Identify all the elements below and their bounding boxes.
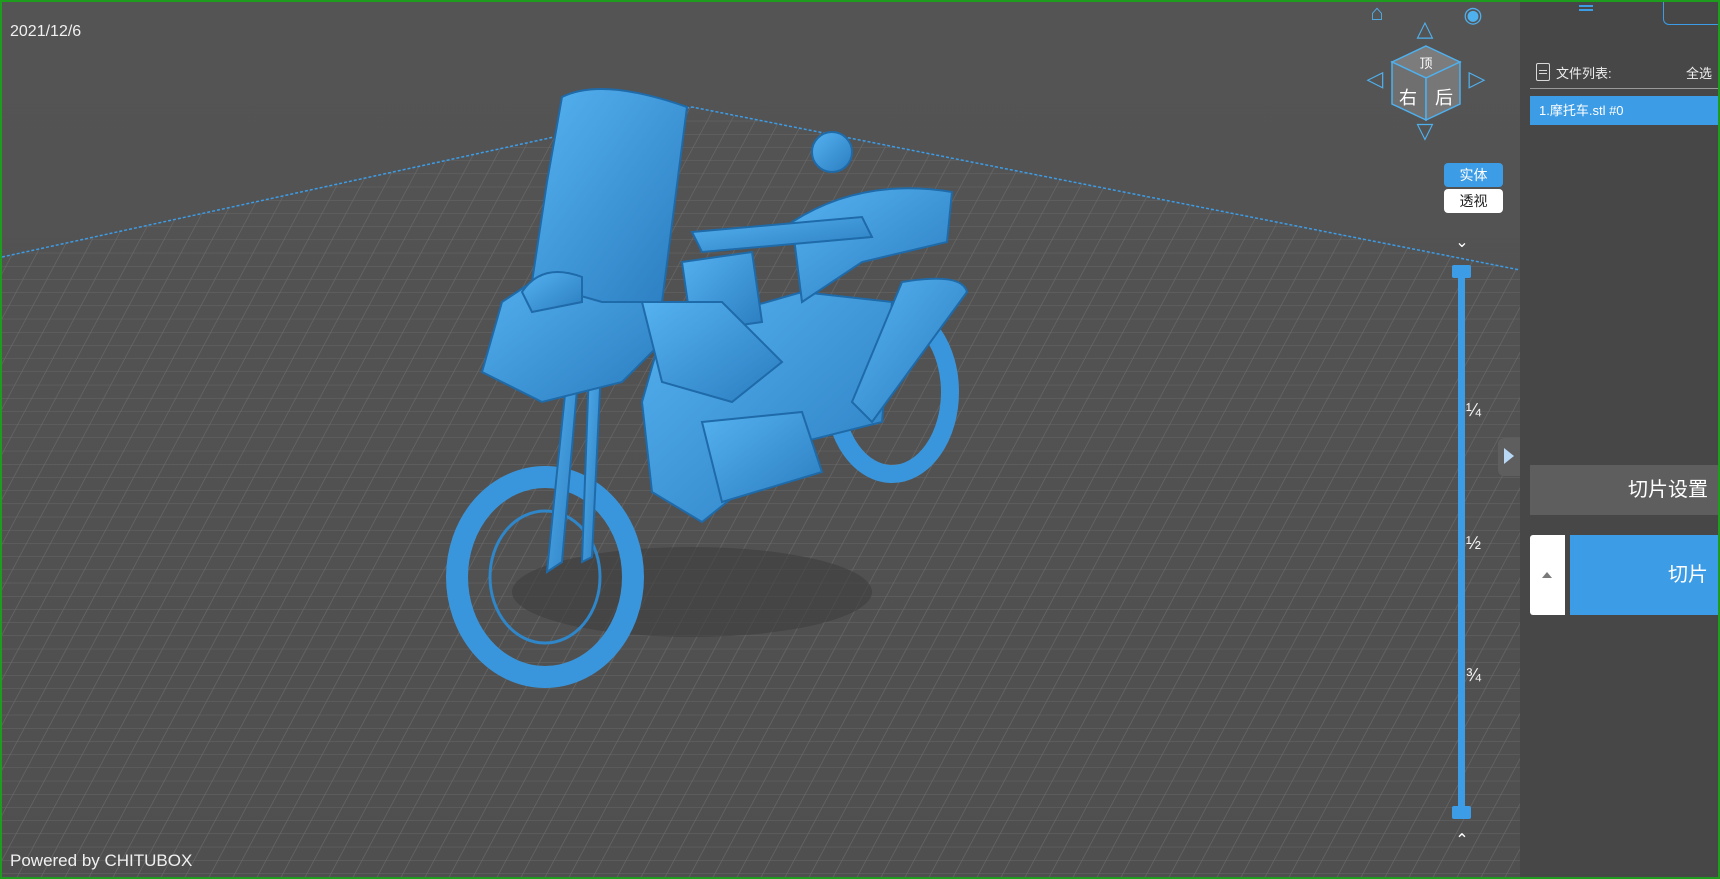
chitubox-window: 2021/12/6 Powered by CHITUBOX ⌂ ◉ △ ◁ ▷ … bbox=[0, 0, 1720, 879]
top-panel-button[interactable] bbox=[1663, 2, 1718, 25]
cube-face-right: 右 bbox=[1399, 88, 1417, 109]
powered-by-label: Powered by CHITUBOX bbox=[10, 851, 193, 870]
expand-up-button[interactable] bbox=[1530, 535, 1565, 615]
file-list-item[interactable]: 1.摩托车.stl #0 bbox=[1530, 96, 1718, 125]
slice-button[interactable]: 切片 bbox=[1570, 535, 1718, 615]
layer-slider-bottom-handle[interactable] bbox=[1452, 806, 1471, 819]
date-label: 2021/12/6 bbox=[10, 23, 82, 40]
model-shadow bbox=[512, 547, 872, 637]
caret-up-icon bbox=[1542, 572, 1552, 578]
slider-three-quarters-mark: ¾ bbox=[1466, 665, 1482, 685]
file-name: 1.摩托车.stl #0 bbox=[1539, 103, 1624, 118]
triangle-right-icon bbox=[1504, 448, 1514, 464]
arrow-up-icon[interactable]: △ bbox=[1412, 18, 1438, 44]
build-plate-grid bbox=[2, 107, 1520, 877]
slider-half-mark: ½ bbox=[1466, 533, 1482, 553]
cube-face-top: 顶 bbox=[1419, 57, 1432, 72]
arrow-right-icon[interactable]: ▷ bbox=[1464, 68, 1490, 94]
3d-viewport[interactable]: 2021/12/6 Powered by CHITUBOX ⌂ ◉ △ ◁ ▷ … bbox=[2, 2, 1520, 877]
menu-lines-icon[interactable] bbox=[1579, 5, 1593, 7]
document-icon bbox=[1536, 63, 1550, 81]
perspective-view-button[interactable]: 透视 bbox=[1444, 189, 1503, 213]
home-view-icon[interactable]: ⌂ bbox=[1364, 2, 1390, 28]
layer-slider-track[interactable] bbox=[1458, 268, 1465, 814]
arrow-down-icon[interactable]: ▽ bbox=[1412, 120, 1438, 146]
file-list-header: 文件列表: 全选 bbox=[1530, 62, 1718, 89]
chevron-up-icon[interactable]: ⌃ bbox=[1452, 832, 1472, 850]
eye-icon[interactable]: ◉ bbox=[1460, 4, 1486, 30]
layer-slider-top-handle[interactable] bbox=[1452, 265, 1471, 278]
cube-face-back: 后 bbox=[1435, 88, 1453, 109]
slice-settings-button[interactable]: 切片设置 bbox=[1530, 465, 1718, 515]
right-side-panel: 文件列表: 全选 1.摩托车.stl #0 切片设置 切片 bbox=[1520, 2, 1718, 877]
file-list-title: 文件列表: bbox=[1556, 66, 1612, 81]
view-cube[interactable]: 顶 右 后 bbox=[1388, 44, 1464, 122]
select-all-button[interactable]: 全选 bbox=[1686, 63, 1712, 82]
chevron-down-icon[interactable]: ⌄ bbox=[1452, 234, 1472, 252]
solid-view-button[interactable]: 实体 bbox=[1444, 163, 1503, 187]
panel-collapse-tab[interactable] bbox=[1498, 438, 1520, 476]
slider-quarter-mark: ¼ bbox=[1466, 400, 1482, 420]
build-plate-scene bbox=[2, 88, 1520, 877]
arrow-left-icon[interactable]: ◁ bbox=[1362, 68, 1388, 94]
